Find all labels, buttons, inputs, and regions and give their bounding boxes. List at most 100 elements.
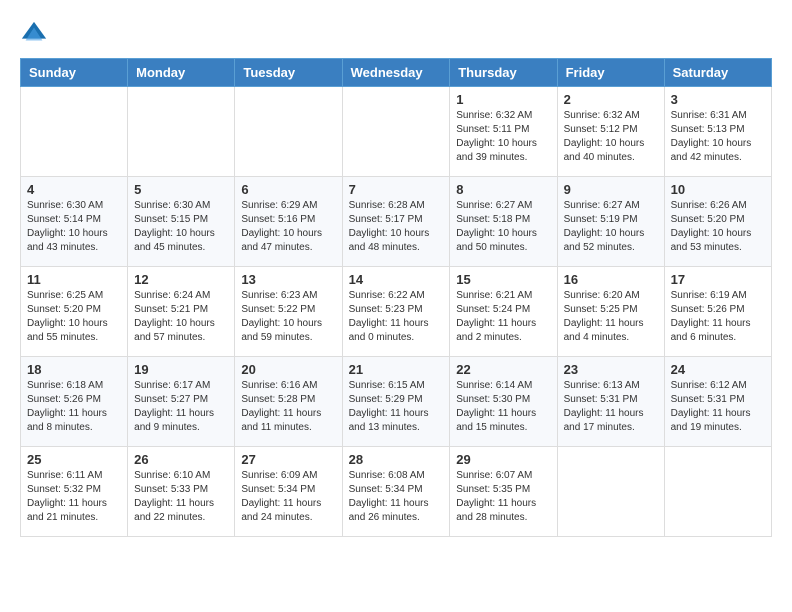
day-number: 22 (456, 362, 550, 377)
day-number: 24 (671, 362, 765, 377)
day-info: Sunrise: 6:18 AM Sunset: 5:26 PM Dayligh… (27, 379, 121, 435)
day-info: Sunrise: 6:07 AM Sunset: 5:35 PM Dayligh… (456, 469, 550, 525)
calendar-day-cell (342, 87, 450, 177)
day-number: 6 (241, 182, 335, 197)
calendar-week-row: 25Sunrise: 6:11 AM Sunset: 5:32 PM Dayli… (21, 447, 772, 537)
day-info: Sunrise: 6:27 AM Sunset: 5:18 PM Dayligh… (456, 199, 550, 255)
logo (20, 20, 52, 48)
calendar-body: 1 Sunrise: 6:32 AM Sunset: 5:11 PM Daylig… (21, 87, 772, 537)
calendar-day-cell: 8 Sunrise: 6:27 AM Sunset: 5:18 PM Daylig… (450, 177, 557, 267)
day-number: 15 (456, 272, 550, 287)
calendar-day-cell: 17Sunrise: 6:19 AM Sunset: 5:26 PM Dayli… (664, 267, 771, 357)
day-number: 10 (671, 182, 765, 197)
day-number: 18 (27, 362, 121, 377)
day-number: 17 (671, 272, 765, 287)
calendar-day-cell: 10 Sunrise: 6:26 AM Sunset: 5:20 PM Dayli… (664, 177, 771, 267)
calendar-day-cell: 25Sunrise: 6:11 AM Sunset: 5:32 PM Dayli… (21, 447, 128, 537)
calendar-day-cell (235, 87, 342, 177)
day-number: 21 (349, 362, 444, 377)
calendar-day-cell: 24 Sunrise: 6:12 AM Sunset: 5:31 PM Dayli… (664, 357, 771, 447)
weekday-header-tuesday: Tuesday (235, 59, 342, 87)
day-info: Sunrise: 6:15 AM Sunset: 5:29 PM Dayligh… (349, 379, 444, 435)
day-info: Sunrise: 6:26 AM Sunset: 5:20 PM Dayligh… (671, 199, 765, 255)
calendar-day-cell: 26 Sunrise: 6:10 AM Sunset: 5:33 PM Dayli… (128, 447, 235, 537)
day-number: 29 (456, 452, 550, 467)
calendar-day-cell: 15Sunrise: 6:21 AM Sunset: 5:24 PM Dayli… (450, 267, 557, 357)
day-info: Sunrise: 6:30 AM Sunset: 5:15 PM Dayligh… (134, 199, 228, 255)
day-number: 13 (241, 272, 335, 287)
calendar-day-cell: 13 Sunrise: 6:23 AM Sunset: 5:22 PM Dayli… (235, 267, 342, 357)
calendar-week-row: 4Sunrise: 6:30 AM Sunset: 5:14 PM Daylig… (21, 177, 772, 267)
day-info: Sunrise: 6:20 AM Sunset: 5:25 PM Dayligh… (564, 289, 658, 345)
weekday-header-sunday: Sunday (21, 59, 128, 87)
day-number: 27 (241, 452, 335, 467)
weekday-header-saturday: Saturday (664, 59, 771, 87)
day-info: Sunrise: 6:17 AM Sunset: 5:27 PM Dayligh… (134, 379, 228, 435)
calendar-day-cell: 29 Sunrise: 6:07 AM Sunset: 5:35 PM Dayli… (450, 447, 557, 537)
logo-icon (20, 20, 48, 48)
weekday-header-friday: Friday (557, 59, 664, 87)
day-info: Sunrise: 6:32 AM Sunset: 5:11 PM Dayligh… (456, 109, 550, 165)
calendar-day-cell: 27Sunrise: 6:09 AM Sunset: 5:34 PM Dayli… (235, 447, 342, 537)
day-info: Sunrise: 6:22 AM Sunset: 5:23 PM Dayligh… (349, 289, 444, 345)
day-info: Sunrise: 6:29 AM Sunset: 5:16 PM Dayligh… (241, 199, 335, 255)
calendar-table: SundayMondayTuesdayWednesdayThursdayFrid… (20, 58, 772, 537)
day-info: Sunrise: 6:23 AM Sunset: 5:22 PM Dayligh… (241, 289, 335, 345)
calendar-week-row: 18 Sunrise: 6:18 AM Sunset: 5:26 PM Dayli… (21, 357, 772, 447)
calendar-day-cell: 6 Sunrise: 6:29 AM Sunset: 5:16 PM Daylig… (235, 177, 342, 267)
day-number: 20 (241, 362, 335, 377)
calendar-day-cell (21, 87, 128, 177)
calendar-day-cell: 18 Sunrise: 6:18 AM Sunset: 5:26 PM Dayli… (21, 357, 128, 447)
calendar-week-row: 1 Sunrise: 6:32 AM Sunset: 5:11 PM Daylig… (21, 87, 772, 177)
day-number: 7 (349, 182, 444, 197)
calendar-day-cell: 28Sunrise: 6:08 AM Sunset: 5:34 PM Dayli… (342, 447, 450, 537)
day-info: Sunrise: 6:11 AM Sunset: 5:32 PM Dayligh… (27, 469, 121, 525)
day-info: Sunrise: 6:27 AM Sunset: 5:19 PM Dayligh… (564, 199, 658, 255)
calendar-day-cell (557, 447, 664, 537)
day-info: Sunrise: 6:28 AM Sunset: 5:17 PM Dayligh… (349, 199, 444, 255)
day-number: 14 (349, 272, 444, 287)
calendar-day-cell: 12Sunrise: 6:24 AM Sunset: 5:21 PM Dayli… (128, 267, 235, 357)
weekday-header-thursday: Thursday (450, 59, 557, 87)
day-number: 8 (456, 182, 550, 197)
day-info: Sunrise: 6:13 AM Sunset: 5:31 PM Dayligh… (564, 379, 658, 435)
day-number: 11 (27, 272, 121, 287)
day-info: Sunrise: 6:25 AM Sunset: 5:20 PM Dayligh… (27, 289, 121, 345)
calendar-day-cell: 2 Sunrise: 6:32 AM Sunset: 5:12 PM Daylig… (557, 87, 664, 177)
calendar-day-cell: 9 Sunrise: 6:27 AM Sunset: 5:19 PM Daylig… (557, 177, 664, 267)
day-number: 4 (27, 182, 121, 197)
calendar-day-cell (128, 87, 235, 177)
weekday-header-wednesday: Wednesday (342, 59, 450, 87)
day-number: 1 (456, 92, 550, 107)
day-number: 5 (134, 182, 228, 197)
calendar-day-cell: 5 Sunrise: 6:30 AM Sunset: 5:15 PM Daylig… (128, 177, 235, 267)
calendar-day-cell: 1 Sunrise: 6:32 AM Sunset: 5:11 PM Daylig… (450, 87, 557, 177)
day-info: Sunrise: 6:24 AM Sunset: 5:21 PM Dayligh… (134, 289, 228, 345)
day-info: Sunrise: 6:32 AM Sunset: 5:12 PM Dayligh… (564, 109, 658, 165)
day-info: Sunrise: 6:10 AM Sunset: 5:33 PM Dayligh… (134, 469, 228, 525)
day-number: 19 (134, 362, 228, 377)
calendar-day-cell: 11 Sunrise: 6:25 AM Sunset: 5:20 PM Dayli… (21, 267, 128, 357)
calendar-day-cell: 3 Sunrise: 6:31 AM Sunset: 5:13 PM Daylig… (664, 87, 771, 177)
day-number: 2 (564, 92, 658, 107)
day-number: 16 (564, 272, 658, 287)
calendar-day-cell: 14 Sunrise: 6:22 AM Sunset: 5:23 PM Dayli… (342, 267, 450, 357)
calendar-day-cell: 19 Sunrise: 6:17 AM Sunset: 5:27 PM Dayli… (128, 357, 235, 447)
calendar-day-cell: 7 Sunrise: 6:28 AM Sunset: 5:17 PM Daylig… (342, 177, 450, 267)
day-number: 9 (564, 182, 658, 197)
calendar-header: SundayMondayTuesdayWednesdayThursdayFrid… (21, 59, 772, 87)
calendar-week-row: 11 Sunrise: 6:25 AM Sunset: 5:20 PM Dayli… (21, 267, 772, 357)
day-info: Sunrise: 6:14 AM Sunset: 5:30 PM Dayligh… (456, 379, 550, 435)
day-info: Sunrise: 6:16 AM Sunset: 5:28 PM Dayligh… (241, 379, 335, 435)
day-number: 26 (134, 452, 228, 467)
calendar-day-cell: 16 Sunrise: 6:20 AM Sunset: 5:25 PM Dayli… (557, 267, 664, 357)
day-number: 3 (671, 92, 765, 107)
day-number: 23 (564, 362, 658, 377)
calendar-day-cell (664, 447, 771, 537)
day-info: Sunrise: 6:12 AM Sunset: 5:31 PM Dayligh… (671, 379, 765, 435)
calendar-day-cell: 22 Sunrise: 6:14 AM Sunset: 5:30 PM Dayli… (450, 357, 557, 447)
weekday-header-row: SundayMondayTuesdayWednesdayThursdayFrid… (21, 59, 772, 87)
day-info: Sunrise: 6:31 AM Sunset: 5:13 PM Dayligh… (671, 109, 765, 165)
page-header (20, 20, 772, 48)
weekday-header-monday: Monday (128, 59, 235, 87)
